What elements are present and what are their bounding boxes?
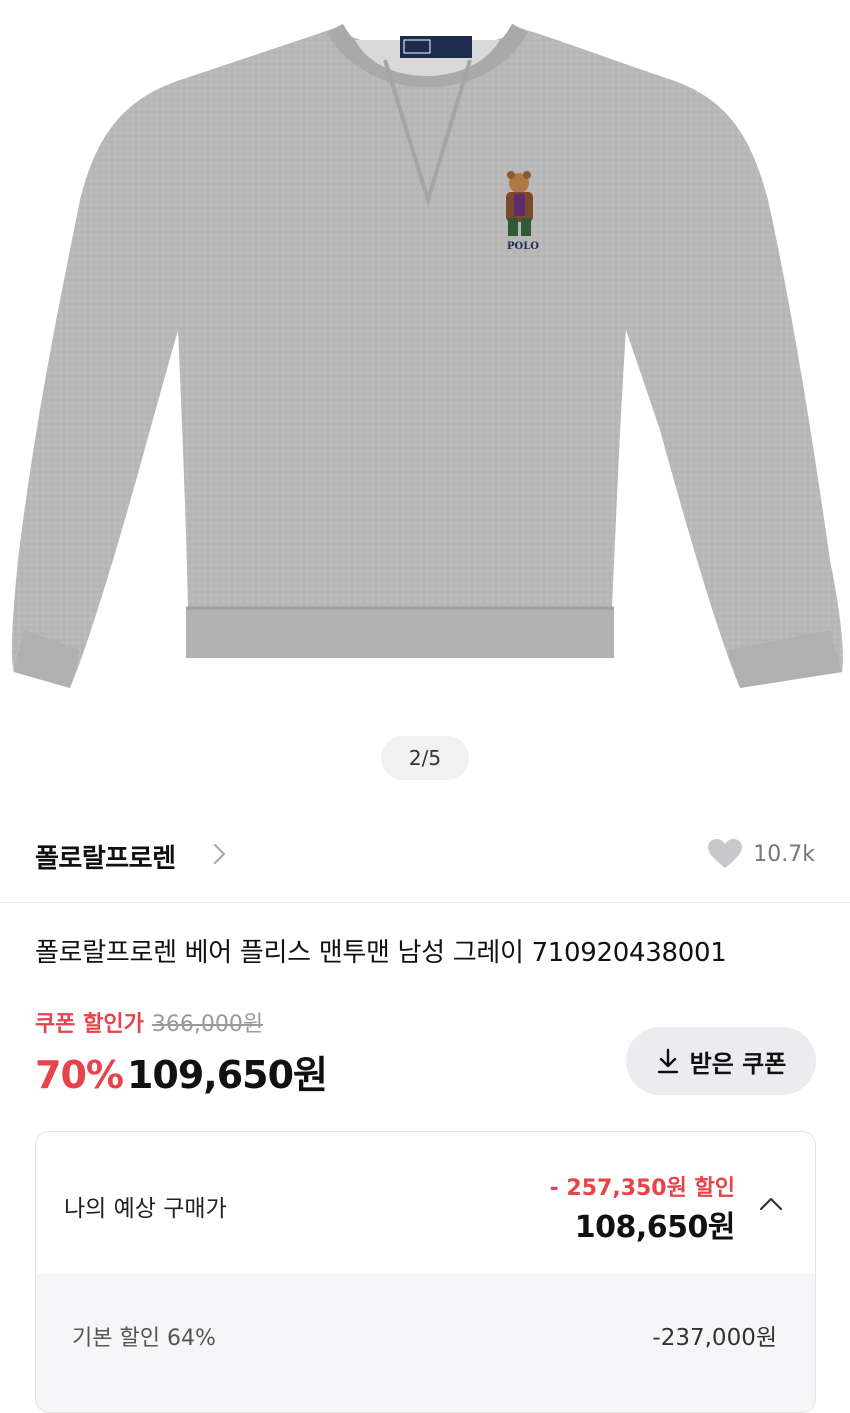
divider	[0, 902, 850, 903]
base-discount-label: 기본 할인 64%	[72, 1326, 216, 1351]
heart-icon	[708, 839, 743, 868]
final-price: 109,650원	[126, 1053, 328, 1097]
download-icon	[657, 1048, 678, 1074]
estimated-price-card[interactable]: 나의 예상 구매가 - 257,350원 할인 108,650원 기본 할인 6…	[35, 1131, 816, 1413]
like-count: 10.7k	[753, 841, 815, 867]
like-button[interactable]: 10.7k	[707, 838, 815, 870]
brand-row[interactable]: 폴로랄프로렌 10.7k	[35, 830, 815, 880]
svg-text:POLO: POLO	[507, 241, 539, 252]
product-image[interactable]: POLO	[0, 0, 850, 730]
sweater-illustration: POLO	[11, 23, 843, 688]
original-price: 366,000원	[151, 1012, 264, 1037]
discount-rate: 70%	[35, 1053, 124, 1097]
coupon-price-label: 쿠폰 할인가	[35, 1012, 144, 1037]
price-line: 70% 109,650원	[35, 1044, 328, 1099]
chevron-right-icon	[213, 843, 226, 865]
brand-name[interactable]: 폴로랄프로렌	[35, 838, 176, 875]
chevron-up-icon[interactable]	[757, 1190, 785, 1218]
estimate-title: 나의 예상 구매가	[64, 1196, 227, 1222]
received-coupon-label: 받은 쿠폰	[689, 1049, 787, 1078]
product-title: 폴로랄프로렌 베어 플리스 맨투맨 남성 그레이 710920438001	[35, 938, 727, 968]
base-discount-value: -237,000원	[652, 1325, 777, 1351]
estimate-breakdown: 기본 할인 64% -237,000원	[36, 1274, 815, 1412]
estimate-discount: - 257,350원 할인	[549, 1176, 735, 1201]
received-coupon-button[interactable]: 받은 쿠폰	[626, 1027, 816, 1095]
coupon-price-line: 쿠폰 할인가 366,000원	[35, 1006, 263, 1038]
image-counter: 2/5	[381, 736, 469, 780]
estimate-price: 108,650원	[574, 1210, 736, 1245]
